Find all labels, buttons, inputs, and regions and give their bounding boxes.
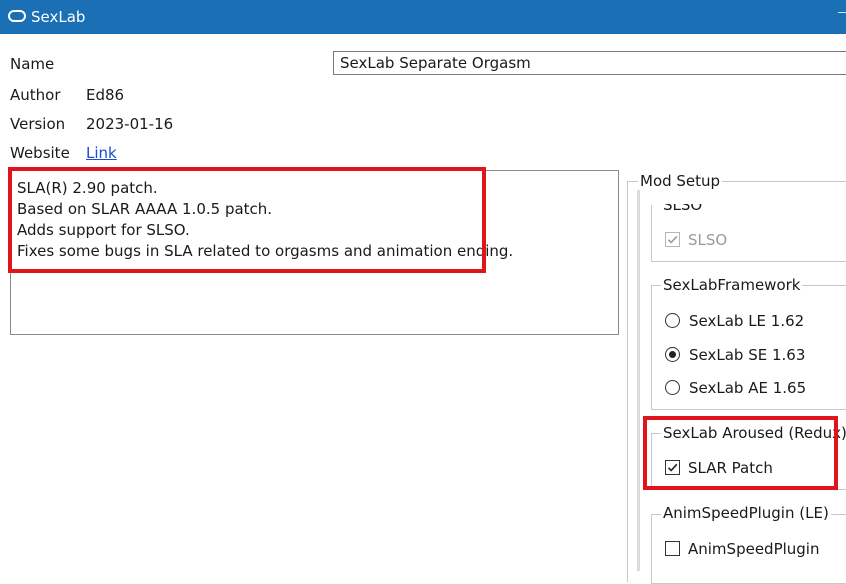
website-link[interactable]: Link: [86, 144, 117, 162]
group-title-sexlab-aroused: SexLab Aroused (Redux): [661, 424, 846, 442]
scrollbar[interactable]: [637, 190, 640, 571]
group-title-sexlabframework: SexLabFramework: [661, 276, 803, 294]
sexlab-ae-label: SexLab AE 1.65: [689, 379, 807, 397]
animspeed-checkbox[interactable]: [665, 541, 680, 556]
name-label: Name: [10, 55, 55, 73]
name-field[interactable]: SexLab Separate Orgasm: [333, 51, 846, 75]
author-label: Author: [10, 86, 61, 104]
slso-checkbox[interactable]: [665, 232, 680, 247]
group-title-animspeed: AnimSpeedPlugin (LE): [661, 504, 831, 522]
description-box[interactable]: SLA(R) 2.90 patch. Based on SLAR AAAA 1.…: [10, 170, 619, 335]
version-value: 2023-01-16: [86, 115, 174, 133]
website-label: Website: [10, 144, 70, 162]
sexlab-le-radio[interactable]: [665, 313, 680, 328]
sexlab-se-label: SexLab SE 1.63: [689, 346, 806, 364]
slar-patch-checkbox[interactable]: [665, 460, 680, 475]
sexlab-se-radio[interactable]: [665, 347, 680, 362]
window-title: SexLab: [31, 8, 86, 26]
description-line: Based on SLAR AAAA 1.0.5 patch.: [17, 200, 273, 218]
app-icon: [8, 10, 26, 22]
author-value: Ed86: [86, 86, 125, 104]
title-bar: SexLab: [0, 0, 846, 34]
version-label: Version: [10, 115, 66, 133]
sexlab-le-label: SexLab LE 1.62: [689, 312, 805, 330]
description-line: Fixes some bugs in SLA related to orgasm…: [17, 242, 514, 260]
window-edge: [838, 12, 846, 13]
description-line: Adds support for SLSO.: [17, 221, 190, 239]
animspeed-label: AnimSpeedPlugin: [688, 540, 820, 558]
mod-setup-label: Mod Setup: [638, 172, 723, 190]
sexlab-ae-radio[interactable]: [665, 380, 680, 395]
description-line: SLA(R) 2.90 patch.: [17, 179, 158, 197]
slar-patch-label: SLAR Patch: [688, 459, 773, 477]
slso-option-label: SLSO: [688, 231, 728, 249]
